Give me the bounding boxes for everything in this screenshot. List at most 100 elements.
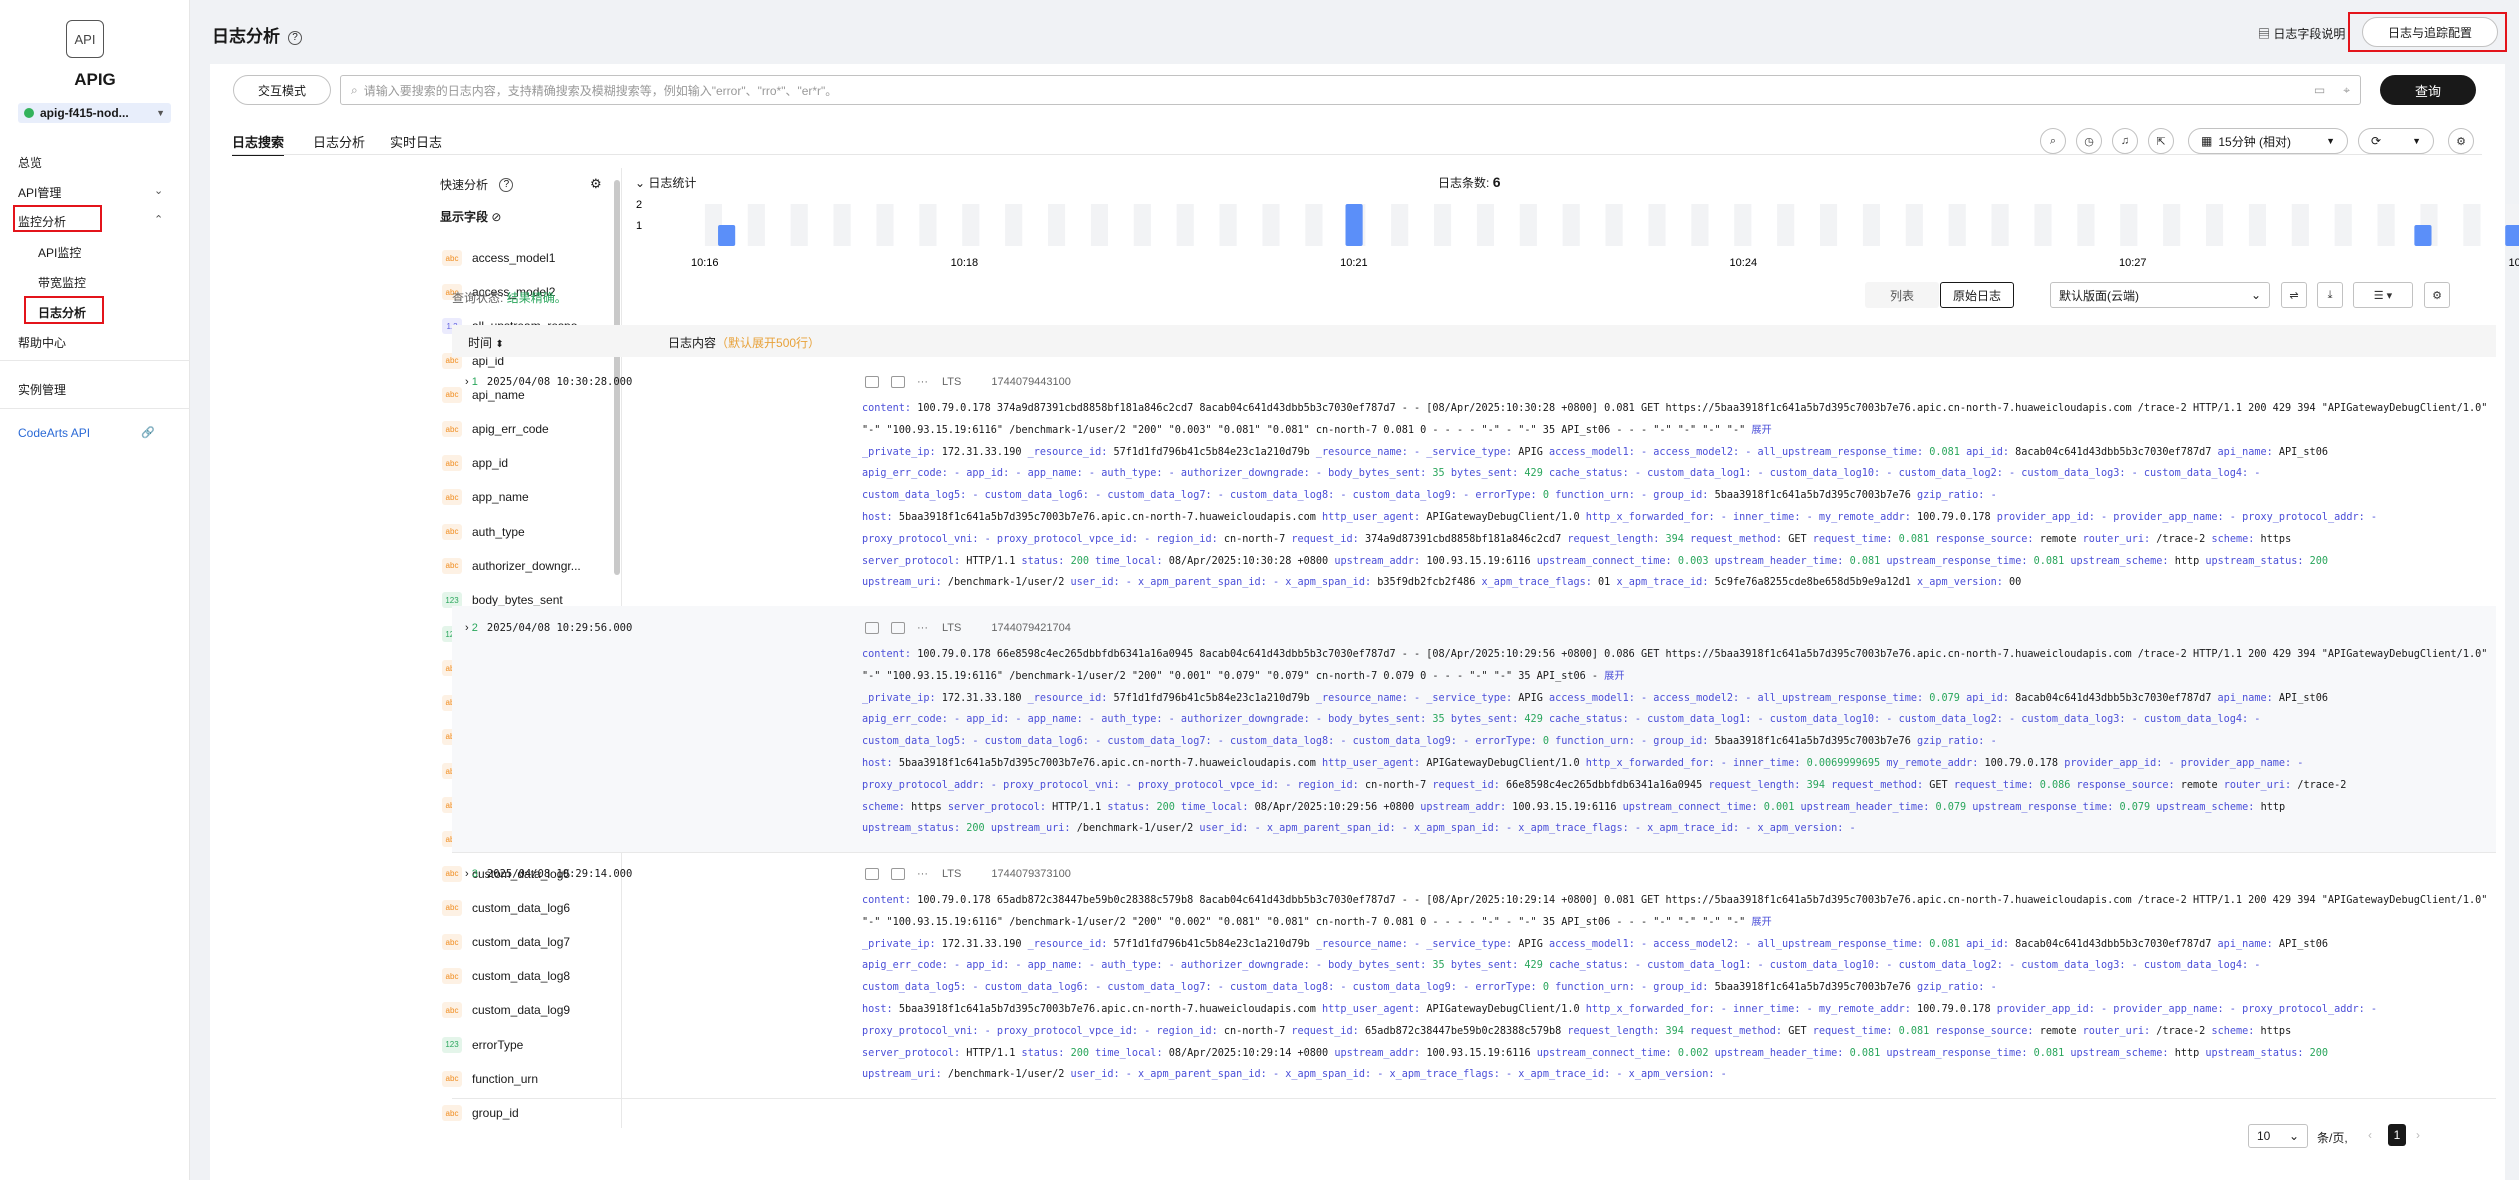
- query-button[interactable]: 查询: [2380, 75, 2476, 105]
- field-item[interactable]: abc authorizer_downgr...: [442, 557, 581, 574]
- more-icon[interactable]: ···: [917, 622, 928, 634]
- expand-chevron-icon[interactable]: ›: [465, 376, 472, 388]
- time-range-selector[interactable]: ▦ 15分钟 (相对) ▼: [2188, 128, 2348, 154]
- download-icon[interactable]: ⤓: [2317, 282, 2343, 308]
- nav-item-instance-management[interactable]: 实例管理: [18, 381, 66, 398]
- next-page-button[interactable]: ›: [2416, 1128, 2420, 1142]
- field-item[interactable]: abc access_model1: [442, 250, 555, 266]
- log-segment: custom_data_log5: - custom_data_log6: - …: [862, 490, 1543, 502]
- field-item[interactable]: abc custom_data_log7: [442, 934, 570, 950]
- expand-chevron-icon[interactable]: ›: [465, 622, 472, 634]
- page-size-selector[interactable]: 10 ⌄: [2248, 1124, 2308, 1148]
- field-item[interactable]: abc auth_type: [442, 523, 525, 540]
- nav-item-bandwidth-monitor[interactable]: 带宽监控: [38, 274, 86, 291]
- field-doc-link[interactable]: ▤ 日志字段说明: [2258, 25, 2345, 42]
- expand-link[interactable]: 展开: [1604, 671, 1624, 682]
- histogram-slot: [2120, 204, 2138, 246]
- view-list-button[interactable]: 列表: [1865, 282, 1939, 308]
- field-item[interactable]: abc custom_data_log6: [442, 899, 570, 916]
- settings-gear-icon[interactable]: ⚙: [2448, 128, 2474, 154]
- log-segment: content:: [862, 649, 918, 660]
- log-segment: 100.79.0.178 374a9d87391cbd8858bf181a846…: [917, 403, 2488, 414]
- log-stats-toggle[interactable]: ⌄ 日志统计: [635, 174, 696, 191]
- page-number[interactable]: 1: [2388, 1124, 2406, 1146]
- search-icon[interactable]: ⌕: [2040, 128, 2066, 154]
- nav-item-api-management[interactable]: API管理 ⌄: [18, 184, 168, 201]
- field-item[interactable]: abc function_urn: [442, 1070, 538, 1087]
- log-segment: 00: [2009, 577, 2022, 589]
- log-entry-header[interactable]: › 1 2025/04/08 10:30:28.000: [465, 376, 632, 388]
- field-item[interactable]: abc api_name: [442, 386, 525, 403]
- field-item[interactable]: 123 errorType: [442, 1036, 523, 1053]
- log-entry-tools: ··· LTS 1744079421704: [865, 622, 1071, 635]
- col-time-header[interactable]: 时间 ⬍: [468, 334, 504, 351]
- tab-log-analysis[interactable]: 日志分析: [313, 132, 365, 151]
- tab-realtime-log[interactable]: 实时日志: [390, 132, 442, 151]
- nav-item-overview[interactable]: 总览: [18, 154, 42, 171]
- field-item[interactable]: abc app_id: [442, 455, 508, 472]
- log-segment: HTTP/1.1: [966, 1047, 1022, 1059]
- log-entry-header[interactable]: › 3 2025/04/08 10:29:14.000: [465, 868, 632, 880]
- field-item[interactable]: abc custom_data_log8: [442, 968, 570, 985]
- log-segment: 8acab04c641d43dbb5b3c7030ef787d7: [2015, 938, 2218, 950]
- histogram-bar[interactable]: [2505, 225, 2519, 246]
- nav-item-api-monitor[interactable]: API监控: [38, 244, 81, 261]
- layout-selector[interactable]: 默认版面(云端) ⌄: [2050, 282, 2270, 308]
- history-icon[interactable]: ◷: [2076, 128, 2102, 154]
- histogram-bar[interactable]: [2414, 225, 2432, 246]
- histogram-slot: [1047, 204, 1066, 246]
- help-icon[interactable]: ?: [288, 30, 302, 45]
- field-name: api_name: [472, 387, 525, 402]
- sort-icon[interactable]: ⬍: [495, 339, 503, 350]
- expand-link[interactable]: 展开: [1751, 917, 1771, 928]
- histogram-slot: [1862, 204, 1881, 246]
- field-item[interactable]: abc apig_err_code: [442, 421, 549, 437]
- expand-chevron-icon[interactable]: ›: [465, 868, 472, 880]
- wrap-icon[interactable]: ⇌: [2281, 282, 2307, 308]
- log-entry-header[interactable]: › 2 2025/04/08 10:29:56.000: [465, 622, 632, 634]
- expand-link[interactable]: 展开: [1751, 425, 1771, 436]
- alarm-bell-icon[interactable]: ♫: [2112, 128, 2138, 154]
- instance-selector[interactable]: apig-f415-nod... ▼: [18, 103, 171, 123]
- context-icon[interactable]: [891, 622, 905, 635]
- log-segment: /benchmark-1/user/2: [1076, 823, 1200, 835]
- help-icon[interactable]: ?: [499, 177, 514, 192]
- context-icon[interactable]: [891, 376, 905, 389]
- field-item[interactable]: abc group_id: [442, 1105, 519, 1121]
- histogram-bar[interactable]: [1345, 204, 1363, 246]
- view-raw-button[interactable]: 原始日志: [1940, 282, 2014, 308]
- log-segment: 65adb872c38447be59b0c28388c579b8: [1364, 1025, 1568, 1037]
- eye-off-icon[interactable]: ⊘: [491, 210, 501, 224]
- save-icon[interactable]: ▭: [2314, 83, 2325, 97]
- more-icon[interactable]: ···: [917, 376, 928, 388]
- log-search-input[interactable]: ⌕ 请输入要搜索的日志内容，支持精确搜索及模糊搜索等，例如输入"error"、"r…: [340, 75, 2361, 105]
- field-name: access_model1: [472, 251, 556, 265]
- field-item[interactable]: abc app_name: [442, 489, 529, 506]
- nav-item-codearts-api[interactable]: CodeArts API 🔗: [18, 426, 168, 440]
- log-segment: APIGatewayDebugClient/1.0: [1426, 758, 1586, 769]
- pin-icon[interactable]: ⌖: [2343, 83, 2350, 98]
- field-item[interactable]: abc custom_data_log9: [442, 1002, 570, 1019]
- log-segment: 394: [1665, 533, 1691, 545]
- refresh-control[interactable]: ⟳ ▼: [2358, 128, 2434, 154]
- prev-page-button[interactable]: ‹: [2368, 1128, 2372, 1142]
- log-segment: x_apm_trace_flags:: [1481, 577, 1599, 589]
- copy-icon[interactable]: [865, 868, 879, 881]
- more-icon[interactable]: ···: [917, 868, 928, 880]
- settings-gear-icon[interactable]: ⚙: [590, 176, 602, 192]
- log-segment: API_st06: [2278, 938, 2328, 950]
- log-segment: _resource_name: - _service_type:: [1315, 938, 1519, 950]
- log-segment: x_apm_version:: [1917, 577, 2010, 589]
- interactive-mode-button[interactable]: 交互模式: [233, 75, 331, 105]
- settings-gear-icon[interactable]: ⚙: [2424, 282, 2450, 308]
- tab-log-search[interactable]: 日志搜索: [232, 132, 285, 156]
- log-segment: upstream_connect_time:: [1536, 1047, 1678, 1059]
- copy-icon[interactable]: [865, 376, 879, 389]
- histogram-bar[interactable]: [718, 225, 736, 246]
- display-options-icon[interactable]: ☰ ▾: [2353, 282, 2413, 308]
- share-icon[interactable]: ⇱: [2148, 128, 2174, 154]
- copy-icon[interactable]: [865, 622, 879, 635]
- log-line: apig_err_code: - app_id: - app_name: - a…: [862, 463, 2260, 485]
- nav-item-help-center[interactable]: 帮助中心: [18, 334, 66, 351]
- context-icon[interactable]: [891, 868, 905, 881]
